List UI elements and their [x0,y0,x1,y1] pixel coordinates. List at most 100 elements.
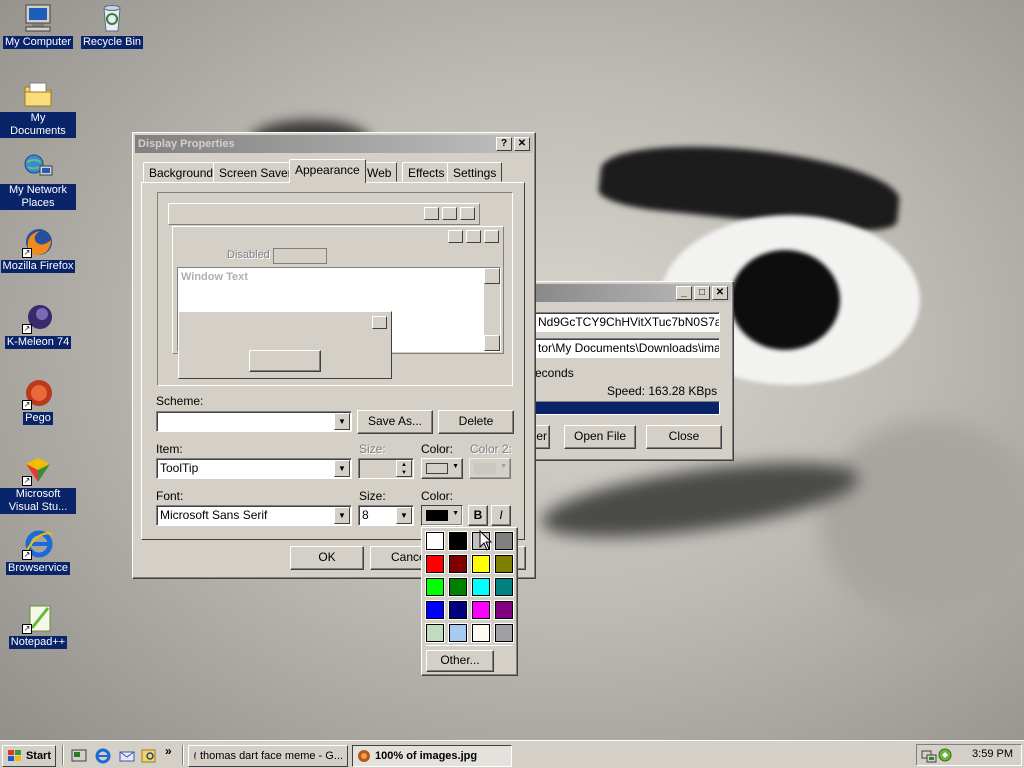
visual-studio-icon: ↗ [22,454,54,486]
item-size-spinner[interactable]: ▲ ▼ [358,458,414,479]
tab-web[interactable]: Web [361,162,398,182]
chevron-down-icon[interactable]: ▼ [334,507,350,524]
other-color-button[interactable]: Other... [426,650,494,672]
ok-button[interactable]: OK [290,546,364,570]
color-swatch[interactable] [426,601,444,619]
color-picker-divider [426,645,512,646]
desktop-icon-visual-studio[interactable]: ↗ Microsoft Visual Stu... [0,454,76,514]
close-button[interactable]: ✕ [712,286,728,300]
open-folder-button[interactable]: er [534,425,550,449]
download-icon [358,750,370,762]
tab-settings[interactable]: Settings [447,162,503,182]
open-file-button[interactable]: Open File [564,425,636,449]
desktop-icon-mozilla-firefox[interactable]: ↗ Mozilla Firefox [0,226,76,273]
download-titlebar: _ □ ✕ [503,284,731,302]
item-select[interactable]: ToolTip ▼ [156,458,352,479]
scheme-select[interactable]: ▼ [156,411,352,432]
preview-scroll-down-icon [484,335,500,351]
download-path-field[interactable]: tor\My Documents\Downloads\image [534,338,720,358]
outlook-express-icon[interactable] [119,748,135,764]
color-swatch[interactable] [495,532,513,550]
color-swatch[interactable] [426,624,444,642]
item-color2-button[interactable]: ▼ [469,458,511,479]
preview-disabled-text: Disabled [227,249,270,261]
item-color-button[interactable]: ▼ [421,458,463,479]
font-color-button[interactable]: ▼ [421,505,463,526]
item-color-sample [426,463,448,474]
color-swatch[interactable] [495,578,513,596]
delete-button[interactable]: Delete [438,410,514,434]
desktop-icon-my-documents[interactable]: My Documents [0,78,76,138]
pego-icon: ↗ [22,378,54,410]
preview-close-icon [484,230,499,243]
preview-msg-button [249,350,321,372]
color-swatch[interactable] [426,578,444,596]
desktop-icon-pego[interactable]: ↗ Pego [0,378,76,425]
maximize-button[interactable]: □ [694,286,710,300]
desktop-icon-recycle-bin[interactable]: Recycle Bin [74,2,150,49]
color-swatch[interactable] [472,601,490,619]
bold-button[interactable]: B [468,505,488,526]
chevron-down-icon[interactable]: ▼ [334,460,350,477]
preview-minimize-icon [448,230,463,243]
taskbar-separator [62,745,64,765]
ie-icon[interactable] [95,748,111,764]
color-swatch[interactable] [449,532,467,550]
minimize-button[interactable]: _ [676,286,692,300]
color-swatch[interactable] [472,624,490,642]
color-swatch[interactable] [426,555,444,573]
color-swatch[interactable] [449,555,467,573]
item-color-label: Color: [421,442,454,456]
firefox-icon [194,751,196,761]
color-swatch[interactable] [449,601,467,619]
color-swatch[interactable] [449,624,467,642]
tab-background[interactable]: Background [143,162,220,182]
show-desktop-icon[interactable] [71,748,87,764]
desktop-icon-browservice[interactable]: ↗ Browservice [0,528,76,575]
preview-maximize-icon [466,230,481,243]
quicklaunch-overflow-icon[interactable]: » [165,744,172,758]
desktop-icon-my-network-places[interactable]: My Network Places [0,150,76,210]
save-as-button[interactable]: Save As... [357,410,433,434]
item-color2-label: Color 2: [470,442,513,456]
font-size-label: Size: [359,489,386,503]
start-button[interactable]: Start [2,745,56,767]
spinner-arrows-icon[interactable]: ▲ ▼ [396,460,412,477]
color-swatch[interactable] [495,624,513,642]
color-swatch[interactable] [472,578,490,596]
taskbar-item-download[interactable]: 100% of images.jpg [352,745,512,767]
volume-tray-icon[interactable] [937,747,953,763]
wallpaper-shape [537,448,863,552]
font-color-label: Color: [421,489,454,503]
desktop-icon-k-meleon[interactable]: ↗ K-Meleon 74 [0,302,76,349]
color-swatch[interactable] [472,555,490,573]
chevron-down-icon[interactable]: ▼ [334,413,350,430]
k-meleon-icon: ↗ [22,302,54,334]
taskbar-item-firefox[interactable]: thomas dart face meme - G... [188,745,348,767]
chevron-down-icon: ▼ [500,463,507,470]
preview-disabled-box [273,248,327,264]
italic-button[interactable]: I [491,505,511,526]
taskbar-separator [182,745,184,765]
desktop-icon-my-computer[interactable]: My Computer [0,2,76,49]
font-select[interactable]: Microsoft Sans Serif ▼ [156,505,352,526]
font-size-select[interactable]: 8 ▼ [358,505,414,526]
color-swatch[interactable] [495,601,513,619]
explorer-search-icon[interactable] [141,748,157,764]
tab-appearance[interactable]: Appearance [289,159,366,183]
preview-maximize-icon [442,207,457,220]
color-swatch[interactable] [495,555,513,573]
tab-effects[interactable]: Effects [402,162,451,182]
download-url-field[interactable]: Nd9GcTCY9ChHVitXTuc7bN0S7aJiA [534,312,720,332]
network-tray-icon[interactable] [921,747,937,763]
tab-screen-saver[interactable]: Screen Saver [213,162,298,182]
item-value: ToolTip [160,461,199,475]
desktop-icon-notepad-plus-plus[interactable]: ↗ Notepad++ [0,602,76,649]
color-swatch[interactable] [426,532,444,550]
color-swatch[interactable] [449,578,467,596]
chevron-down-icon[interactable]: ▼ [396,507,412,524]
shortcut-arrow-icon: ↗ [22,248,32,258]
dialog-close-button[interactable]: ✕ [514,137,530,151]
help-button[interactable]: ? [496,137,512,151]
download-close-button[interactable]: Close [646,425,722,449]
